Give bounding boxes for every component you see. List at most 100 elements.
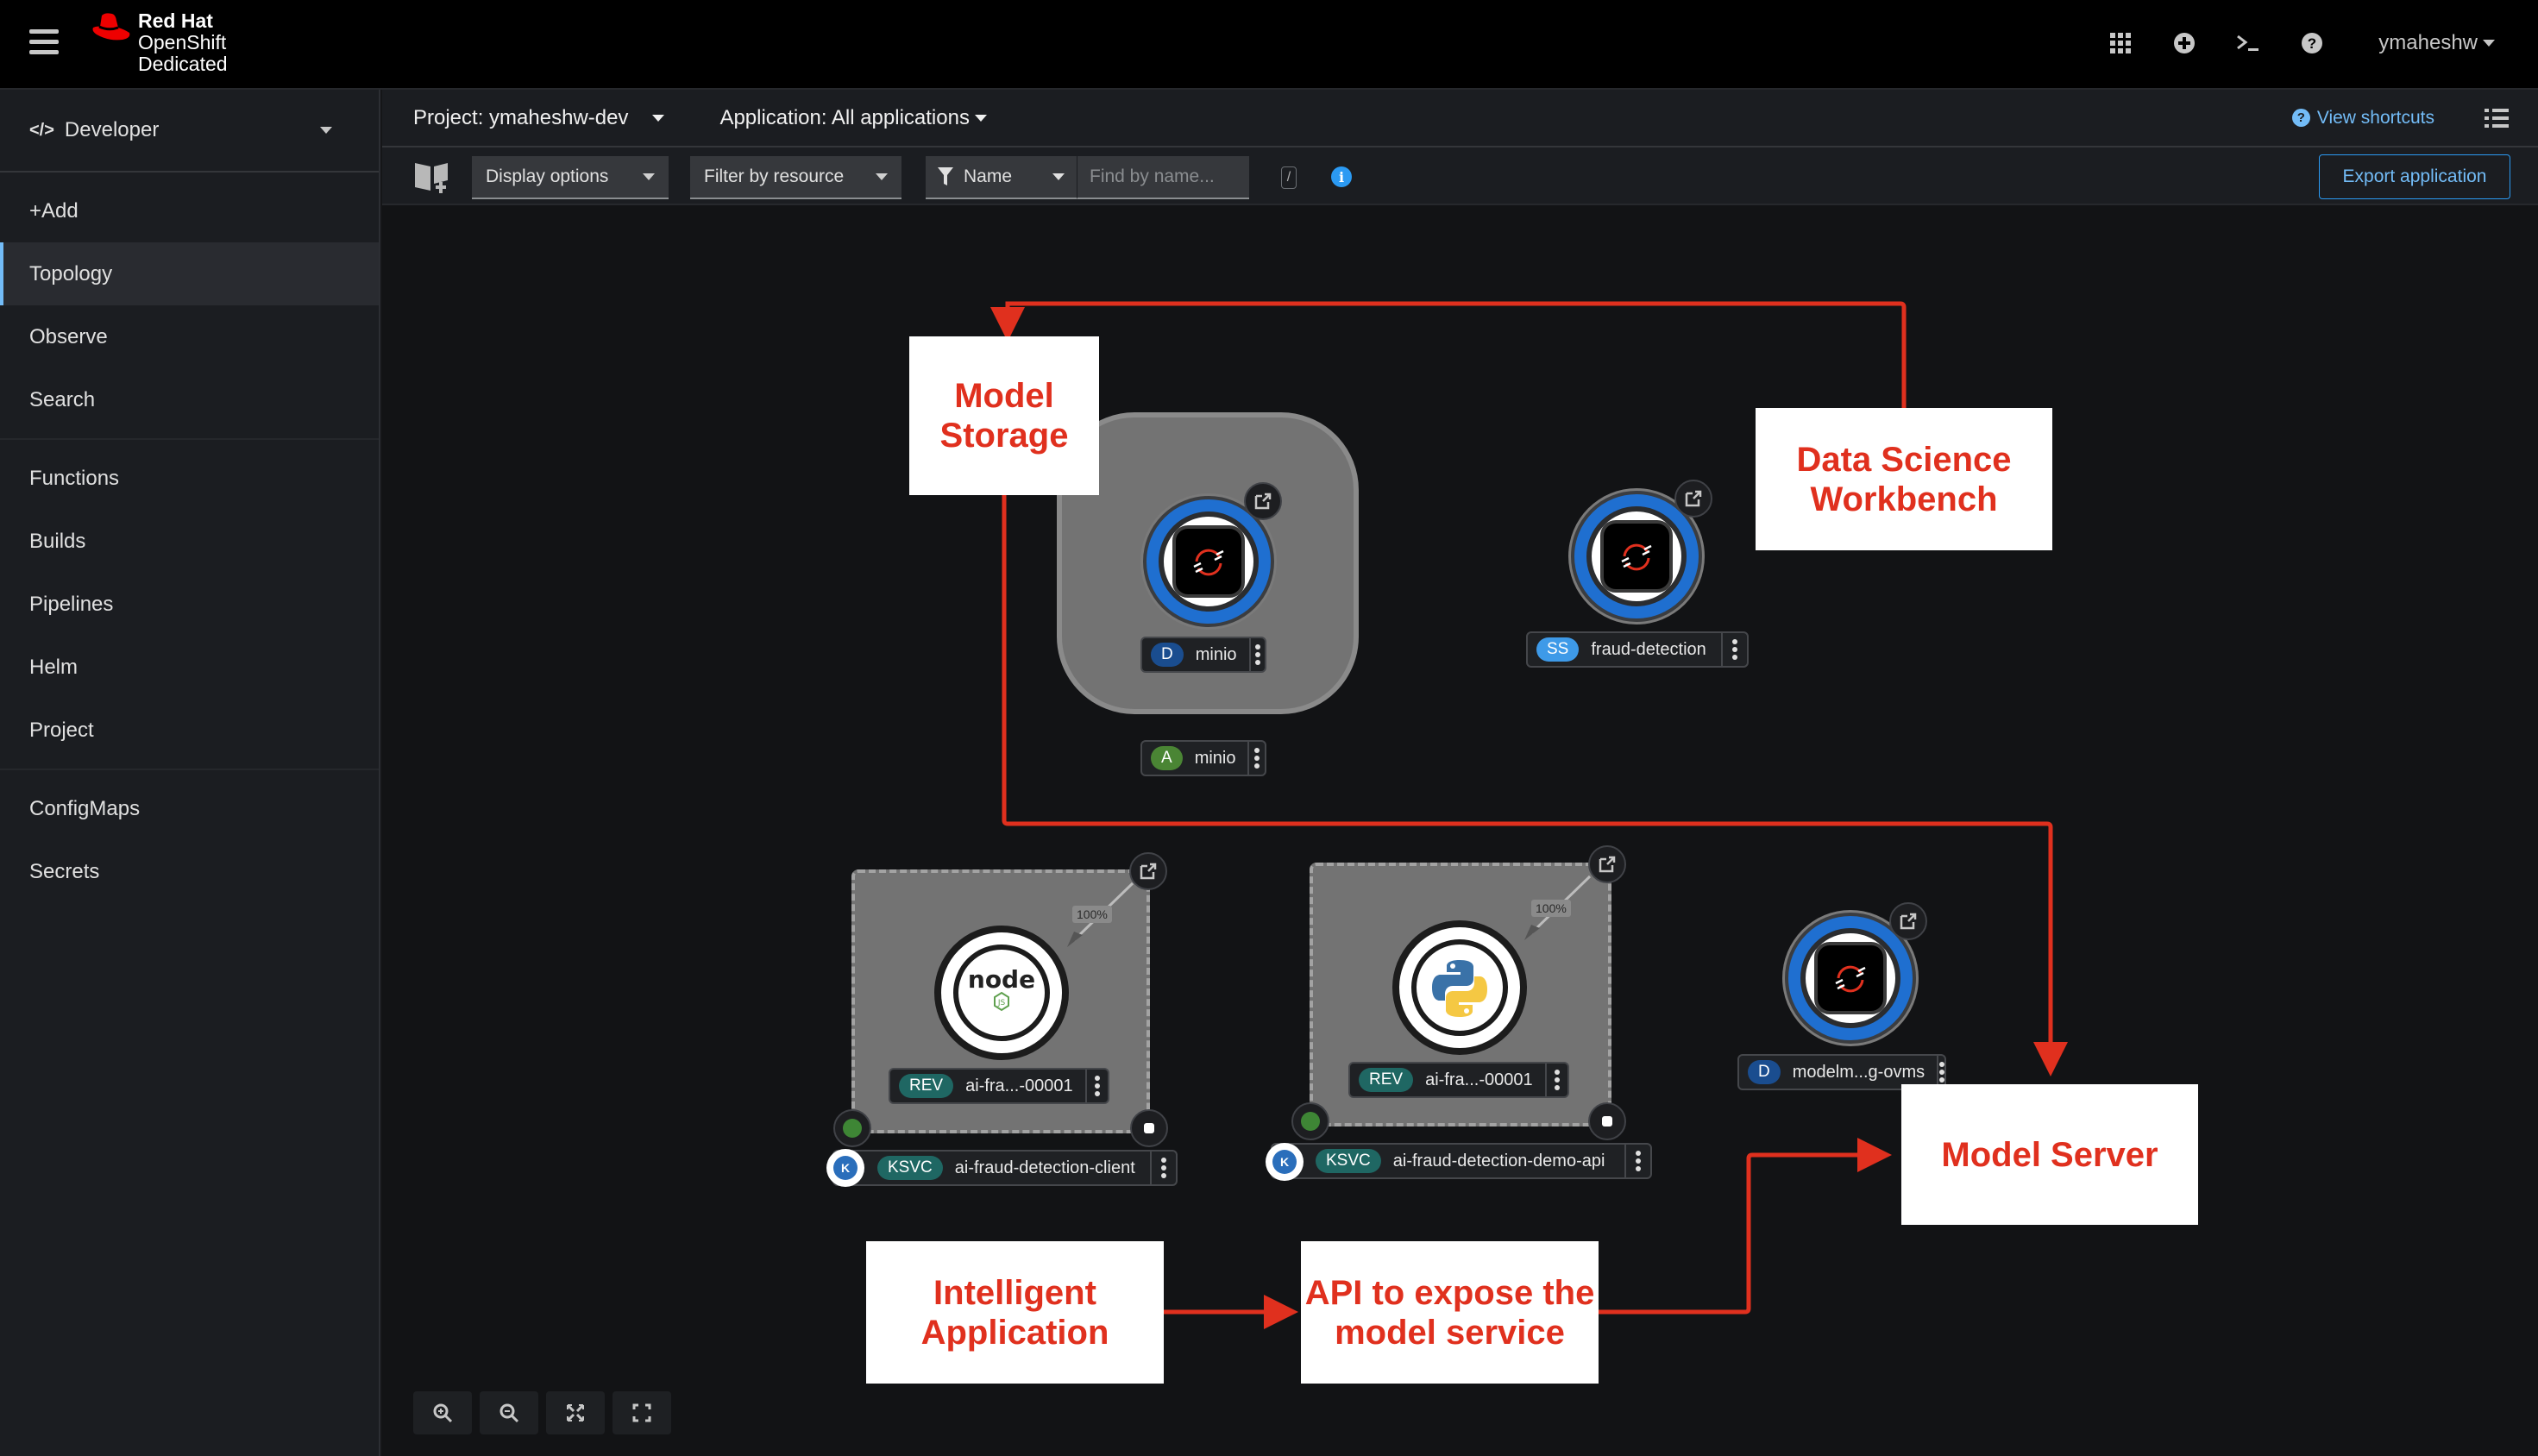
client-revision-label[interactable]: REV ai-fra...-00001 <box>889 1068 1109 1104</box>
sidebar-item-secrets[interactable]: Secrets <box>0 840 379 903</box>
export-application-button[interactable]: Export application <box>2319 154 2510 199</box>
node-name: ai-fraud-detection-demo-api <box>1392 1151 1605 1170</box>
sidebar-item-configmaps[interactable]: ConfigMaps <box>0 777 379 840</box>
kebab-menu-icon[interactable] <box>1544 1064 1567 1096</box>
kebab-menu-icon[interactable] <box>1248 638 1265 671</box>
ksvc-badge: KSVC <box>1316 1149 1381 1173</box>
sidebar-item-builds[interactable]: Builds <box>0 510 379 573</box>
zoom-out-button[interactable] <box>480 1391 538 1434</box>
knative-icon: K <box>826 1149 864 1187</box>
sidebar-item-label: +Add <box>29 198 79 223</box>
client-ksvc-label[interactable]: KSVC ai-fraud-detection-client <box>832 1150 1178 1186</box>
node-name: fraud-detection <box>1591 639 1706 659</box>
nav-group-main: +Add Topology Observe Search <box>0 173 379 440</box>
list-view-icon[interactable] <box>2485 109 2509 129</box>
filter-type-label: Name <box>964 166 1013 186</box>
app-launcher-icon[interactable] <box>2089 17 2152 69</box>
node-name: minio <box>1195 644 1237 664</box>
kebab-menu-icon[interactable] <box>1624 1145 1650 1177</box>
annotation-model-server: Model Server <box>1901 1084 2198 1225</box>
nav-group-build: Functions Builds Pipelines Helm Project <box>0 440 379 770</box>
sidebar-item-label: Builds <box>29 529 86 553</box>
terminal-icon[interactable] <box>2216 17 2280 69</box>
revision-badge: REV <box>899 1074 954 1098</box>
api-revision-node[interactable] <box>1392 920 1527 1055</box>
brand-logo[interactable]: Red Hat OpenShift Dedicated <box>90 10 228 75</box>
sidebar-item-label: Pipelines <box>29 592 114 616</box>
kebab-menu-icon[interactable] <box>1247 742 1265 775</box>
api-revision-label[interactable]: REV ai-fra...-00001 <box>1348 1062 1569 1098</box>
annotation-api-expose: API to expose the model service <box>1301 1241 1599 1384</box>
open-url-icon[interactable] <box>1244 482 1282 520</box>
sidebar-item-observe[interactable]: Observe <box>0 305 379 368</box>
project-selector[interactable]: Project: ymaheshw-dev <box>413 105 665 130</box>
kebab-menu-icon[interactable] <box>1084 1070 1108 1102</box>
caret-down-icon <box>1052 173 1065 180</box>
sidebar-item-helm[interactable]: Helm <box>0 636 379 699</box>
fit-to-screen-icon <box>567 1404 584 1421</box>
minio-application-label[interactable]: A minio <box>1140 740 1266 776</box>
sidebar-item-label: Search <box>29 387 96 411</box>
perspective-switcher[interactable]: </> Developer <box>0 90 379 173</box>
build-status-success-icon[interactable] <box>1291 1102 1329 1140</box>
caret-down-icon <box>652 114 665 122</box>
statefulset-badge: SS <box>1536 637 1580 662</box>
sidebar-item-search[interactable]: Search <box>0 368 379 431</box>
kebab-menu-icon[interactable] <box>1150 1152 1176 1184</box>
code-icon: </> <box>29 120 54 140</box>
open-url-icon[interactable] <box>1674 480 1712 518</box>
topology-toolbar: Display options Filter by resource Name … <box>382 147 2538 205</box>
node-name: ai-fra...-00001 <box>965 1076 1073 1095</box>
user-menu[interactable]: ymaheshw <box>2378 31 2495 55</box>
sidebar-item-label: ConfigMaps <box>29 796 141 820</box>
application-selector-label: Application: All applications <box>719 105 970 129</box>
annotation-intelligent-application: Intelligent Application <box>866 1241 1164 1384</box>
sidebar-item-pipelines[interactable]: Pipelines <box>0 573 379 636</box>
sidebar-item-label: Helm <box>29 655 79 679</box>
username: ymaheshw <box>2378 31 2478 54</box>
brand-openshift: OpenShift <box>138 31 227 53</box>
nav-toggle-hamburger-icon[interactable] <box>29 29 59 55</box>
sidebar-nav: </> Developer +Add Topology Observe Sear… <box>0 90 380 1456</box>
zoom-out-icon <box>499 1403 519 1423</box>
kebab-menu-icon[interactable] <box>1721 633 1747 666</box>
fraud-detection-label[interactable]: SS fraud-detection <box>1526 631 1749 668</box>
node-name: ai-fraud-detection-client <box>954 1158 1135 1177</box>
sidebar-item-project[interactable]: Project <box>0 699 379 762</box>
help-icon[interactable]: ? <box>2280 17 2344 69</box>
build-status-success-icon[interactable] <box>833 1109 871 1147</box>
filter-type-dropdown[interactable]: Name <box>926 156 1077 199</box>
caret-down-icon <box>643 173 655 180</box>
plus-circle-icon[interactable] <box>2152 17 2216 69</box>
view-shortcuts-link[interactable]: ? View shortcuts <box>2291 108 2434 129</box>
quick-search-book-icon[interactable] <box>413 160 451 194</box>
reset-view-button[interactable] <box>613 1391 671 1434</box>
svg-text:JS: JS <box>997 999 1006 1007</box>
display-options-dropdown[interactable]: Display options <box>472 156 669 199</box>
project-selector-label: Project: ymaheshw-dev <box>413 105 629 129</box>
brand-redhat: Red Hat <box>138 9 213 32</box>
edit-source-icon[interactable] <box>1130 1109 1168 1147</box>
minio-deployment-label[interactable]: D minio <box>1140 637 1266 673</box>
sidebar-item-functions[interactable]: Functions <box>0 447 379 510</box>
application-selector[interactable]: Application: All applications <box>719 106 987 130</box>
zoom-in-button[interactable] <box>413 1391 472 1434</box>
sidebar-item-add[interactable]: +Add <box>0 179 379 242</box>
openshift-logo-icon <box>1172 525 1245 598</box>
info-icon[interactable]: i <box>1331 166 1352 187</box>
api-ksvc-label[interactable]: KSVC ai-fraud-detection-demo-api <box>1271 1143 1652 1179</box>
deployment-badge: D <box>1748 1060 1781 1084</box>
node-name: modelm...g-ovms <box>1792 1062 1925 1082</box>
client-revision-node[interactable]: node JS <box>934 926 1069 1060</box>
node-name: minio <box>1194 748 1236 768</box>
sidebar-item-topology[interactable]: Topology <box>0 242 379 305</box>
filter-by-resource-dropdown[interactable]: Filter by resource <box>690 156 901 199</box>
fit-to-screen-button[interactable] <box>546 1391 605 1434</box>
topology-canvas[interactable]: D minio A minio SS fraud-detection node … <box>382 205 2538 1456</box>
edit-source-icon[interactable] <box>1588 1102 1626 1140</box>
traffic-percentage: 100% <box>1531 900 1571 917</box>
sidebar-item-label: Observe <box>29 324 108 348</box>
svg-text:?: ? <box>2308 35 2316 52</box>
open-url-icon[interactable] <box>1889 902 1927 940</box>
find-by-name-input[interactable] <box>1077 156 1249 199</box>
